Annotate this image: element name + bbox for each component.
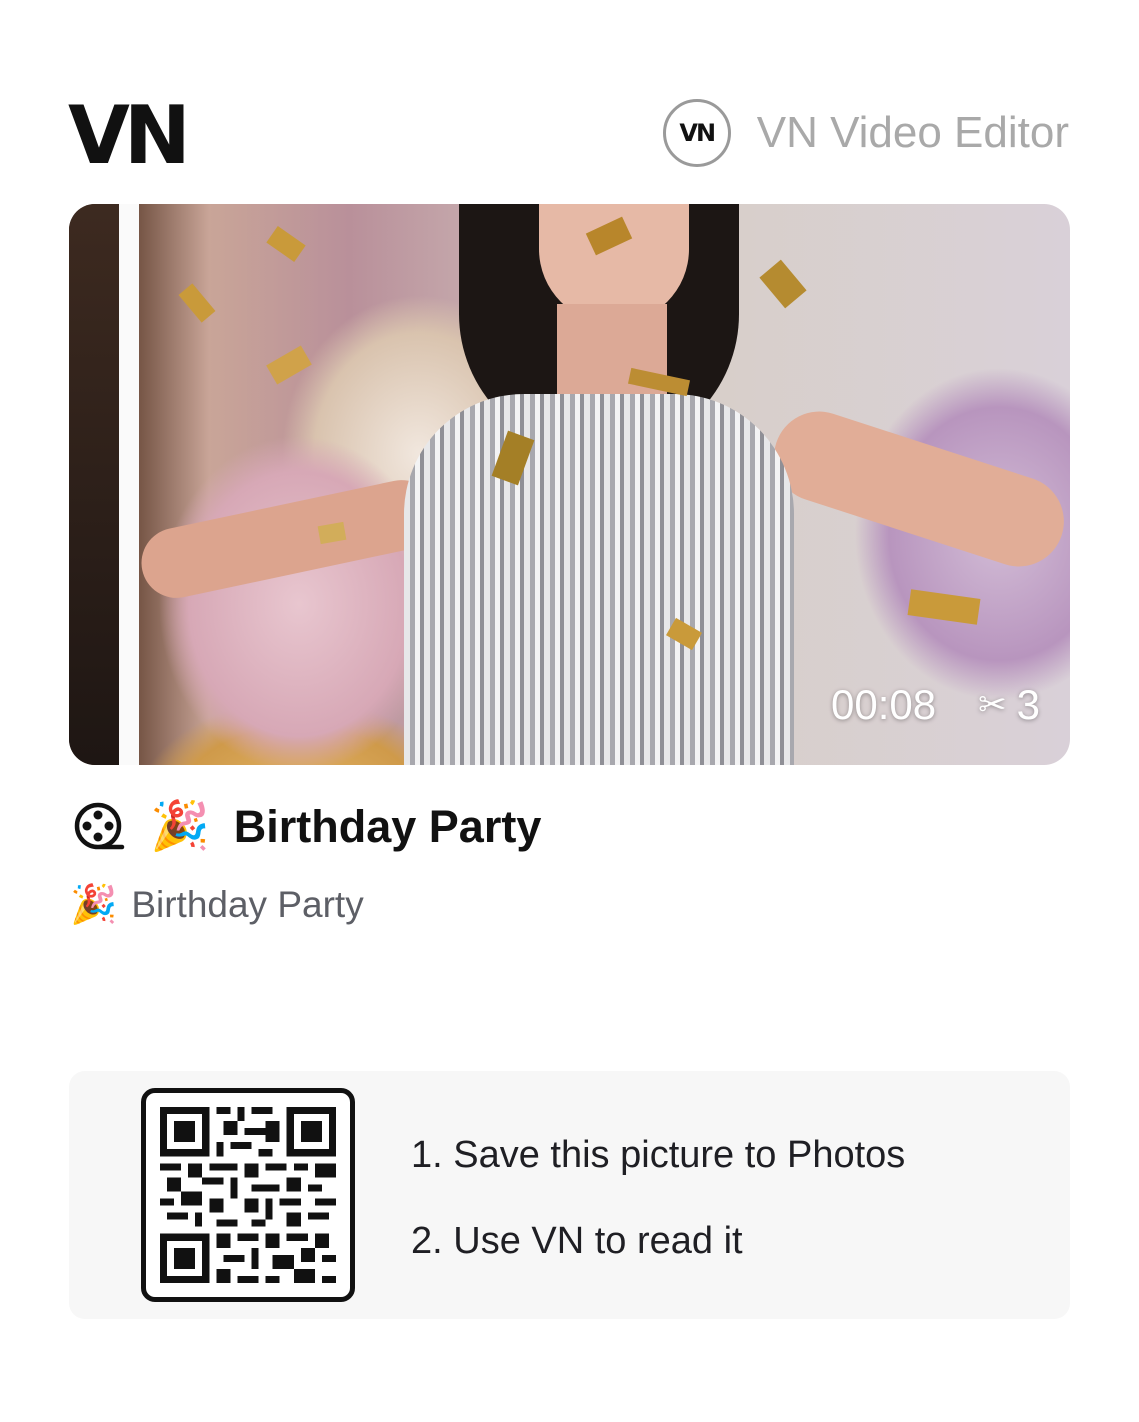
brand-name: VN Video Editor [756, 108, 1069, 157]
confetti [266, 226, 306, 262]
project-subtitle-row: 🎉 Birthday Party [70, 884, 364, 926]
project-subtitle: Birthday Party [131, 884, 364, 925]
thumbnail-frame-edge [119, 204, 139, 765]
brand-header: VN VN Video Editor [662, 96, 1069, 170]
confetti [266, 345, 312, 385]
cuts-indicator: ✂ 3 [978, 681, 1040, 729]
project-title-row: 🎉 Birthday Party [72, 800, 541, 854]
film-reel-icon [74, 802, 125, 850]
thumbnail-meta: 00:08 ✂ 3 [831, 681, 1040, 729]
instruction-step-2: 2. Use VN to read it [411, 1220, 743, 1262]
party-popper-icon: 🎉 [150, 800, 210, 853]
confetti [759, 259, 807, 309]
vn-logo: VN [68, 89, 191, 182]
project-title: Birthday Party [233, 801, 542, 852]
qr-code-frame[interactable] [141, 1088, 355, 1302]
thumbnail-figure-arm [762, 399, 1070, 579]
party-popper-icon: 🎉 [70, 884, 118, 926]
scissors-icon: ✂ [978, 686, 1007, 724]
thumbnail-background [69, 204, 119, 765]
qr-code-icon [160, 1107, 336, 1283]
confetti [907, 589, 981, 625]
project-thumbnail[interactable]: 00:08 ✂ 3 [69, 204, 1070, 765]
qr-panel: 1. Save this picture to Photos 2. Use VN… [69, 1071, 1070, 1319]
instructions: 1. Save this picture to Photos 2. Use VN… [411, 1133, 905, 1305]
instruction-step-1: 1. Save this picture to Photos [411, 1134, 906, 1176]
confetti [178, 283, 216, 323]
duration-label: 00:08 [831, 681, 937, 728]
cut-count: 3 [1016, 681, 1040, 728]
thumbnail-figure-dress [404, 394, 794, 765]
vn-badge-icon: VN [662, 99, 731, 167]
thumbnail-figure-arm [135, 473, 443, 605]
